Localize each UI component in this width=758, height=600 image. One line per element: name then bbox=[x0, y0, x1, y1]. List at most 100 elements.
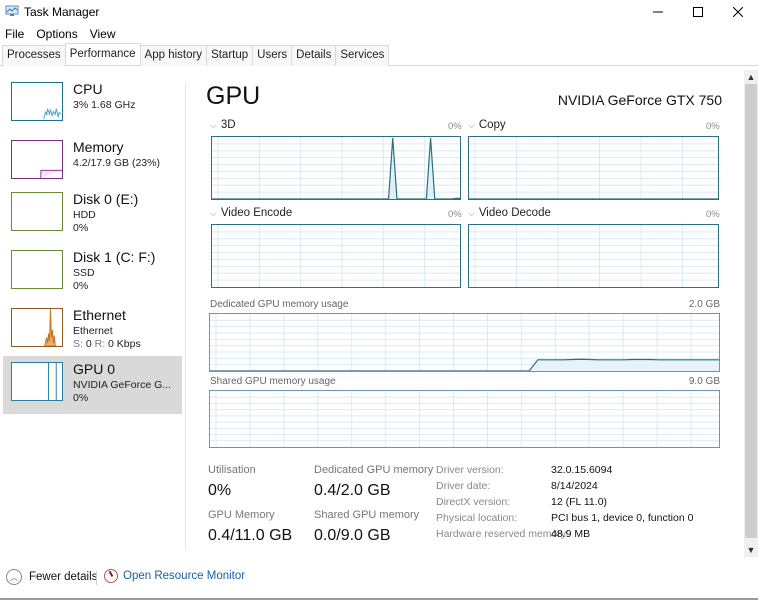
tab-services[interactable]: Services bbox=[335, 45, 390, 66]
sidebar-item-gpu-0[interactable]: GPU 0 NVIDIA GeForce G... 0% bbox=[3, 356, 182, 414]
tab-startup[interactable]: Startup bbox=[206, 45, 254, 66]
ethernet-thumbnail-graph bbox=[11, 308, 63, 347]
engine-label: Video Encode bbox=[220, 207, 293, 219]
engine-selector-video-decode[interactable]: ⌵ Video Decode bbox=[468, 207, 551, 219]
menu-file[interactable]: File bbox=[0, 26, 29, 44]
cpu-thumbnail-graph bbox=[11, 82, 63, 121]
chevron-down-icon: ▼ bbox=[746, 545, 756, 555]
tab-app-history[interactable]: App history bbox=[139, 45, 208, 66]
sidebar-item-type: SSD bbox=[73, 267, 95, 279]
maximize-icon bbox=[693, 7, 703, 17]
engine-value: 0% bbox=[706, 121, 720, 132]
send-value: 0 bbox=[85, 338, 92, 350]
shared-memory-graph-label: Shared GPU memory usage bbox=[210, 376, 336, 387]
tab-details[interactable]: Details bbox=[291, 45, 337, 66]
chevron-up-icon: ▲ bbox=[746, 72, 756, 82]
directx-version-value: 12 (FL 11.0) bbox=[551, 496, 608, 508]
dedicated-memory-svg bbox=[210, 314, 719, 371]
engine-selector-3d[interactable]: ⌵ 3D bbox=[210, 119, 236, 131]
sidebar-item-title: CPU bbox=[73, 81, 103, 97]
receive-label: R: bbox=[94, 338, 106, 350]
tab-processes[interactable]: Processes bbox=[2, 45, 66, 66]
sidebar-item-title: GPU 0 bbox=[73, 361, 116, 377]
shared-memory-value: 0.0/9.0 GB bbox=[314, 527, 391, 544]
fewer-details-button[interactable]: ︿ Fewer details bbox=[6, 569, 97, 585]
dedicated-memory-graph-max: 2.0 GB bbox=[688, 299, 720, 310]
footer-bar: ︿ Fewer details Open Resource Monitor bbox=[0, 558, 758, 600]
shared-memory-svg bbox=[210, 391, 719, 447]
physical-location-label: Physical location: bbox=[436, 512, 518, 524]
memory-thumbnail-graph bbox=[11, 140, 63, 179]
shared-memory-label: Shared GPU memory bbox=[314, 509, 420, 521]
memory-thumbnail-line bbox=[40, 169, 62, 178]
chevron-down-icon: ⌵ bbox=[468, 208, 475, 218]
sidebar-item-title: Ethernet bbox=[73, 307, 126, 323]
tab-bar: Processes Performance App history Startu… bbox=[0, 43, 758, 66]
3d-usage-area bbox=[212, 138, 460, 199]
sidebar-item-detail: 3% 1.68 GHz bbox=[73, 99, 136, 111]
sidebar-item-ethernet[interactable]: Ethernet Ethernet S: 0 R: 0 Kbps bbox=[3, 302, 182, 360]
gpu-model-name: NVIDIA GeForce GTX 750 bbox=[557, 92, 722, 108]
sidebar-item-type: HDD bbox=[73, 209, 96, 221]
copy-usage-svg bbox=[469, 137, 718, 199]
sidebar-item-disk-0[interactable]: Disk 0 (E:) HDD 0% bbox=[3, 186, 182, 244]
menu-view[interactable]: View bbox=[85, 26, 121, 44]
close-icon bbox=[733, 7, 743, 17]
driver-date-label: Driver date: bbox=[436, 480, 491, 492]
sidebar-item-disk-1[interactable]: Disk 1 (C: F:) SSD 0% bbox=[3, 244, 182, 302]
close-button[interactable] bbox=[718, 0, 758, 24]
utilisation-label: Utilisation bbox=[208, 464, 256, 476]
video-decode-usage-svg bbox=[469, 225, 718, 287]
engine-graph-copy bbox=[468, 136, 719, 200]
resource-monitor-icon bbox=[104, 569, 118, 583]
engine-value: 0% bbox=[448, 209, 462, 220]
dedicated-memory-value: 0.4/2.0 GB bbox=[314, 482, 391, 499]
hardware-reserved-memory-label: Hardware reserved memory: bbox=[436, 528, 570, 540]
menu-options[interactable]: Options bbox=[31, 26, 82, 44]
sidebar-item-memory[interactable]: Memory 4.2/17.9 GB (23%) bbox=[3, 134, 182, 192]
open-resource-monitor-link[interactable]: Open Resource Monitor bbox=[104, 569, 245, 583]
driver-version-label: Driver version: bbox=[436, 464, 504, 476]
maximize-button[interactable] bbox=[678, 0, 718, 24]
sidebar-item-title: Memory bbox=[73, 139, 124, 155]
3d-usage-svg bbox=[212, 137, 460, 199]
sidebar-item-title: Disk 1 (C: F:) bbox=[73, 249, 156, 265]
chevron-down-icon: ⌵ bbox=[468, 120, 475, 130]
performance-sidebar: CPU 3% 1.68 GHz Memory 4.2/17.9 GB (23%)… bbox=[0, 76, 183, 556]
sidebar-item-throughput: S: 0 R: 0 Kbps bbox=[73, 338, 141, 350]
scroll-thumb[interactable] bbox=[745, 84, 757, 538]
video-encode-usage-svg bbox=[212, 225, 460, 287]
tab-performance[interactable]: Performance bbox=[64, 43, 141, 65]
sidebar-item-cpu[interactable]: CPU 3% 1.68 GHz bbox=[3, 76, 182, 134]
send-label: S: bbox=[73, 338, 83, 350]
sidebar-item-usage: 0% bbox=[73, 392, 89, 404]
3d-usage-line bbox=[212, 137, 460, 199]
dedicated-memory-label: Dedicated GPU memory bbox=[314, 464, 434, 476]
scroll-up-button[interactable]: ▲ bbox=[744, 70, 758, 84]
cpu-thumbnail-line bbox=[43, 108, 62, 120]
minimize-icon bbox=[653, 11, 663, 13]
sidebar-item-adapter: Ethernet bbox=[73, 325, 113, 337]
gpu-detail-panel: GPU NVIDIA GeForce GTX 750 ⌵ 3D 0% ⌵ Copy … bbox=[186, 66, 742, 556]
ethernet-thumbnail-area bbox=[44, 309, 56, 346]
gpu-memory-label: GPU Memory bbox=[208, 509, 275, 521]
footer-separator bbox=[96, 571, 97, 585]
open-resource-monitor-label: Open Resource Monitor bbox=[123, 570, 246, 582]
scroll-down-button[interactable]: ▼ bbox=[744, 543, 758, 557]
driver-date-value: 8/14/2024 bbox=[551, 480, 598, 492]
dedicated-memory-graph bbox=[209, 313, 720, 372]
minimize-button[interactable] bbox=[638, 0, 678, 24]
window-title: Task Manager bbox=[24, 5, 100, 19]
vertical-scrollbar[interactable]: ▲ ▼ bbox=[744, 70, 758, 557]
tab-users[interactable]: Users bbox=[252, 45, 293, 66]
chevron-up-circle-icon: ︿ bbox=[6, 569, 22, 585]
engine-value: 0% bbox=[706, 209, 720, 220]
engine-selector-video-encode[interactable]: ⌵ Video Encode bbox=[210, 207, 292, 219]
engine-selector-copy[interactable]: ⌵ Copy bbox=[468, 119, 506, 131]
sidebar-item-usage: 0% bbox=[73, 280, 89, 292]
receive-value: 0 Kbps bbox=[108, 338, 141, 350]
utilisation-value: 0% bbox=[208, 482, 232, 499]
engine-graph-video-decode bbox=[468, 224, 719, 288]
physical-location-value: PCI bus 1, device 0, function 0 bbox=[551, 512, 694, 524]
engine-label: 3D bbox=[220, 119, 236, 131]
